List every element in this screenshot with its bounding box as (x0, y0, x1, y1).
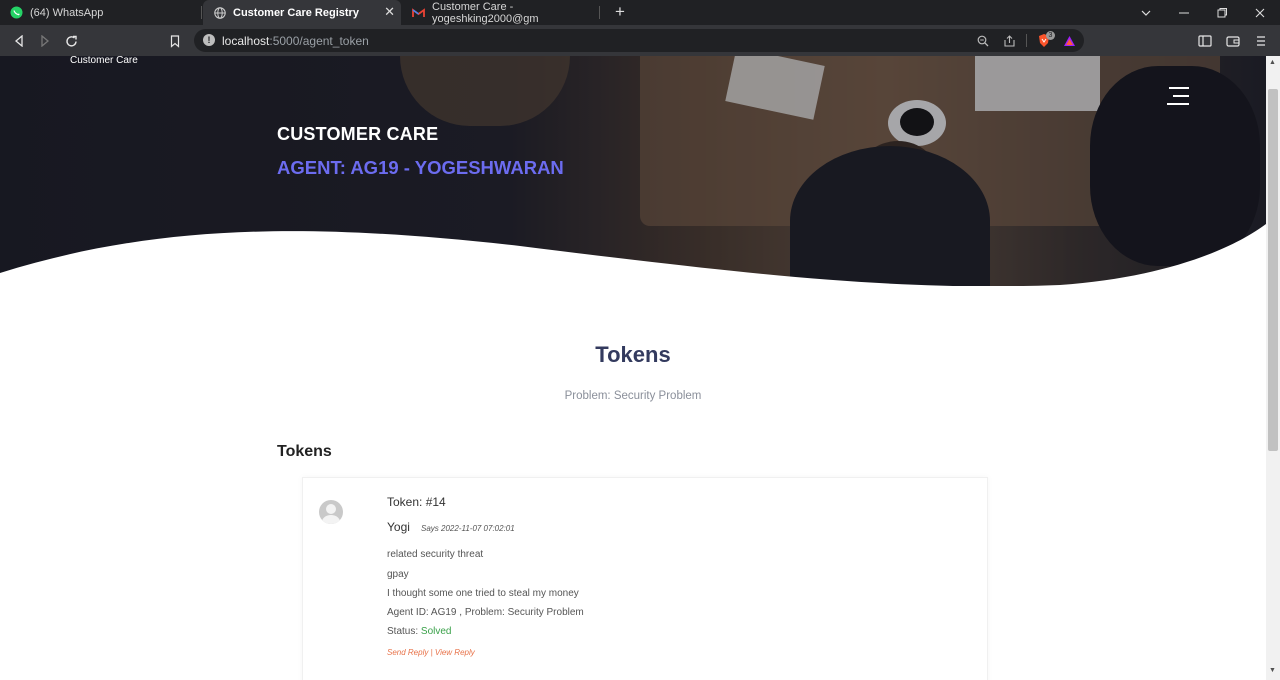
whatsapp-icon (10, 6, 23, 19)
wallet-icon[interactable] (1224, 32, 1242, 50)
token-line: Agent ID: AG19 , Problem: Security Probl… (387, 607, 584, 618)
brave-rewards-icon[interactable] (1062, 33, 1077, 48)
token-line: I thought some one tried to steal my mon… (387, 588, 579, 599)
token-card: Token: #14 Yogi Says 2022-11-07 07:02:01… (302, 477, 988, 680)
hero-title: CUSTOMER CARE (277, 124, 439, 144)
close-tab-icon[interactable]: ✕ (384, 5, 395, 19)
sidebar-icon[interactable] (1196, 32, 1214, 50)
forward-icon[interactable] (36, 32, 54, 50)
tab-label: (64) WhatsApp (30, 6, 104, 19)
scroll-up-icon[interactable]: ▲ (1269, 59, 1276, 66)
reload-icon[interactable] (62, 32, 80, 50)
brand-logo-text[interactable]: Customer Care (70, 56, 138, 66)
scrollbar-thumb[interactable] (1268, 89, 1278, 451)
token-line: gpay (387, 569, 409, 580)
tab-whatsapp[interactable]: (64) WhatsApp (0, 0, 202, 25)
token-user: Yogi (387, 520, 410, 534)
section-subtitle: Problem: Security Problem (564, 390, 702, 402)
bookmark-icon[interactable] (166, 32, 184, 50)
token-number: Token: #14 (387, 495, 446, 509)
new-tab-icon[interactable]: + (612, 3, 628, 20)
tab-bar: (64) WhatsApp Customer Care Registry ✕ C… (0, 0, 1280, 25)
scroll-down-icon[interactable]: ▼ (1269, 667, 1276, 674)
minimize-icon[interactable] (1165, 0, 1203, 25)
token-timestamp: Says 2022-11-07 07:02:01 (421, 524, 515, 533)
close-window-icon[interactable] (1241, 0, 1279, 25)
gmail-icon (412, 6, 425, 19)
page-scrollbar[interactable]: ▲ ▼ (1266, 56, 1280, 680)
shields-count-badge: 3 (1046, 31, 1055, 40)
maximize-icon[interactable] (1203, 0, 1241, 25)
address-toolbar: ! localhost:5000/agent_token 3 (0, 25, 1280, 56)
agent-name: AGENT: AG19 - YOGESHWARAN (277, 157, 564, 178)
url-text[interactable]: localhost:5000/agent_token (222, 34, 369, 48)
site-info-icon[interactable]: ! (203, 34, 215, 46)
back-icon[interactable] (10, 32, 28, 50)
tab-label: Customer Care Registry (233, 6, 359, 19)
tab-gmail[interactable]: Customer Care - yogeshking2000@gm (402, 0, 600, 25)
send-reply-link[interactable]: Send Reply (387, 648, 428, 657)
tab-customer-care-registry[interactable]: Customer Care Registry ✕ (203, 0, 401, 25)
user-avatar-icon (319, 500, 343, 524)
tab-search-icon[interactable] (1127, 0, 1165, 25)
section-title: Tokens (595, 342, 671, 367)
menu-icon[interactable] (1252, 32, 1270, 50)
globe-icon (213, 6, 226, 19)
token-status: Status: Solved (387, 626, 452, 637)
zoom-icon[interactable] (975, 33, 990, 48)
hero-wave-divider (0, 224, 1266, 291)
tab-label: Customer Care - yogeshking2000@gm (432, 0, 539, 25)
hamburger-menu-icon[interactable] (1167, 87, 1191, 107)
status-value: Solved (420, 626, 452, 637)
reply-links: Send Reply | View Reply (387, 648, 475, 657)
address-bar[interactable]: ! localhost:5000/agent_token 3 (194, 29, 1084, 52)
tokens-heading: Tokens (277, 443, 332, 460)
page-content: Customer Care CUSTOMER CARE AGENT: AG19 … (0, 56, 1266, 680)
token-line: related security threat (387, 549, 484, 560)
share-icon[interactable] (1002, 33, 1017, 48)
view-reply-link[interactable]: View Reply (435, 648, 475, 657)
